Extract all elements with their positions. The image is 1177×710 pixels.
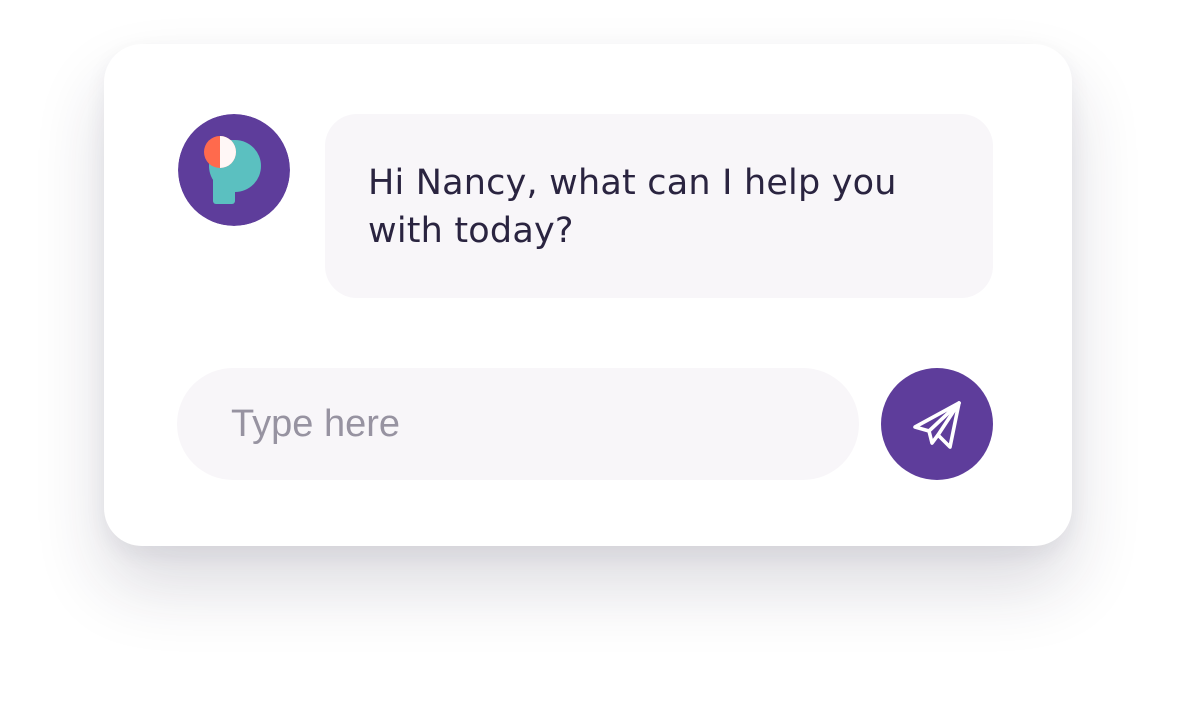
chat-widget-stage: Hi Nancy, what can I help you with today… — [0, 0, 1177, 710]
send-button[interactable] — [881, 368, 993, 480]
p-logo-icon — [178, 114, 290, 226]
message-input-container[interactable] — [177, 368, 859, 480]
bot-message-text: Hi Nancy, what can I help you with today… — [368, 163, 897, 251]
chat-card: Hi Nancy, what can I help you with today… — [104, 44, 1072, 546]
paper-plane-icon — [905, 392, 969, 456]
bot-avatar — [178, 114, 290, 226]
message-input[interactable] — [229, 401, 807, 447]
bot-message-bubble: Hi Nancy, what can I help you with today… — [325, 114, 993, 298]
